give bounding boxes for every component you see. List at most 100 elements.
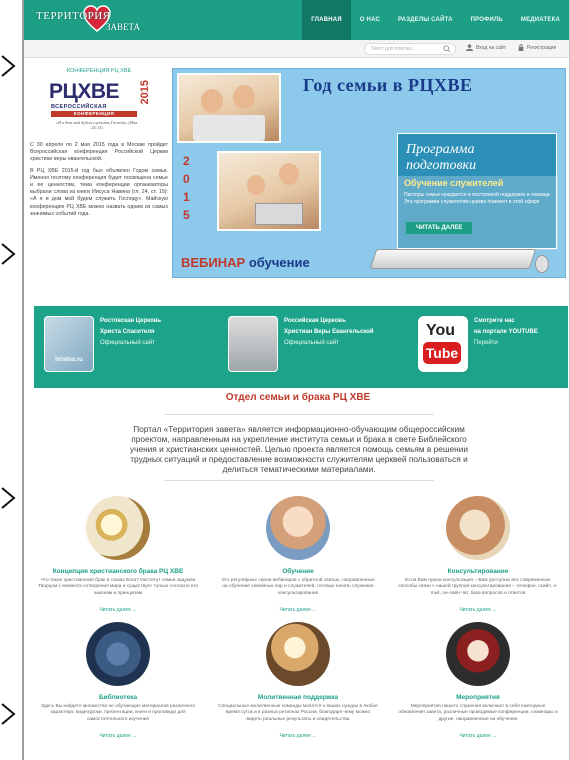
divider: [164, 480, 434, 481]
program-title: Программа подготовки: [406, 142, 477, 173]
year-digit: 5: [183, 208, 190, 222]
conference-logo[interactable]: РЦХВЕ 2015 ВСЕРОССИЙСКАЯ КОНФЕРЕНЦИЯ «Я …: [47, 80, 151, 136]
slide-caption: Обучение служителей Пасторы семьи нуждаю…: [398, 176, 558, 250]
sidebar-paragraph-1: С 30 апреля по 2 мая 2015 года в Москве …: [30, 142, 168, 163]
side-arrow-2: [0, 242, 16, 266]
feature-concept: Концепция христианского брака РЦ ХВЕ Что…: [28, 496, 208, 613]
nav-profile[interactable]: ПРОФИЛЬ: [462, 0, 512, 40]
events-image[interactable]: [446, 622, 510, 686]
partner-title: Христа Спасителя: [100, 329, 155, 335]
nav-about[interactable]: О НАС: [351, 0, 389, 40]
read-more-link[interactable]: Читать далее ...: [388, 607, 568, 613]
conf-logo-sub1: ВСЕРОССИЙСКАЯ: [51, 104, 107, 110]
prayer-image[interactable]: [266, 622, 330, 686]
search-input[interactable]: Текст для поиска...: [364, 43, 456, 55]
read-more-link[interactable]: Читать далее ...: [388, 733, 568, 739]
side-arrow-4: [0, 702, 16, 726]
nav-media[interactable]: МЕДИАТЕКА: [512, 0, 569, 40]
side-arrow-3: [0, 486, 16, 510]
partner-rchve[interactable]: Российская Церковь Христиан Веры Евангел…: [228, 316, 374, 372]
year-digit: 1: [183, 190, 190, 204]
register-link[interactable]: Регистрация: [518, 44, 556, 51]
partner-link[interactable]: Официальный сайт: [100, 340, 161, 346]
young-couple-photo: [217, 151, 321, 231]
banner-year: 2 0 1 5: [183, 155, 190, 221]
partner-title: Российская Церковь: [284, 318, 346, 324]
youtube-tube: Tube: [423, 342, 461, 364]
login-label: Вход на сайт: [476, 44, 506, 51]
intro-text: Портал «Территория завета» является инфо…: [130, 424, 468, 474]
sidebar-title: КОНФЕРЕНЦИЯ РЦ ХВЕ: [66, 68, 132, 74]
year-digit: 2: [183, 154, 190, 168]
logo-word1: ТЕРРИТОРИЯ: [36, 10, 111, 22]
feature-description: Здесь Вы найдете множество не обучающих …: [40, 704, 196, 722]
site-logo[interactable]: ТЕРРИТОРИЯ ЗАВЕТА: [34, 5, 162, 42]
partner-rostov[interactable]: hristos.ru Ростовская Церковь Христа Спа…: [44, 316, 161, 372]
site-header: ТЕРРИТОРИЯ ЗАВЕТА ГЛАВНАЯ О НАС РАЗДЕЛЫ …: [24, 0, 569, 40]
mouse-image: [535, 255, 549, 273]
banner-title: Год семьи в РЦХВЕ: [303, 75, 473, 95]
sidebar-paragraph-2: В РЦ ХВЕ 2015-й год был объявлен Годом с…: [30, 167, 168, 217]
partner-title: Христиан Веры Евангельской: [284, 329, 374, 335]
read-more-link[interactable]: Читать далее ...: [208, 607, 388, 613]
feature-training: Обучение Это регулярные серии вебинаров …: [208, 496, 388, 613]
feature-title[interactable]: Мероприятия: [388, 694, 568, 701]
webinar-word2: обучение: [248, 255, 310, 270]
feature-events: Мероприятия Мероприятия нашего служения …: [388, 622, 568, 739]
conf-logo-quote: «Я и дом мой будем служить Господу» (Нав…: [55, 120, 139, 130]
page: ТЕРРИТОРИЯ ЗАВЕТА ГЛАВНАЯ О НАС РАЗДЕЛЫ …: [22, 0, 570, 760]
feature-description: Специальные молитвенные команды молятся …: [218, 704, 378, 722]
conf-logo-year: 2015: [139, 80, 151, 105]
user-icon: [466, 44, 473, 51]
feature-description: Это регулярные серии вебинаров с обратно…: [221, 578, 375, 596]
feature-title[interactable]: Обучение: [208, 568, 388, 575]
divider: [164, 414, 434, 415]
feature-title[interactable]: Консультирование: [388, 568, 568, 575]
year-digit: 0: [183, 172, 190, 186]
books-image[interactable]: [86, 622, 150, 686]
section-title: Отдел семьи и брака РЦ ХВЕ: [225, 392, 371, 403]
feature-library: Библиотека Здесь Вы найдете множество не…: [28, 622, 208, 739]
hristos-logo: hristos.ru: [44, 316, 94, 372]
search-placeholder: Текст для поиска...: [371, 46, 415, 52]
webinar-label: ВЕБИНАР обучение: [181, 255, 310, 270]
side-arrow-1: [0, 54, 16, 78]
login-link[interactable]: Вход на сайт: [466, 44, 506, 51]
rings-image[interactable]: [86, 496, 150, 560]
feature-description: Если Вам нужна консультация – Вам доступ…: [398, 578, 558, 596]
church-building-image: [228, 316, 278, 372]
slide-caption-text: Пасторы семьи нуждаются в постоянной под…: [404, 192, 551, 205]
family-image[interactable]: [266, 496, 330, 560]
partner-link[interactable]: Перейти: [474, 340, 538, 346]
partner-youtube[interactable]: You Tube Смотрите нас на портале YOUTUBE…: [418, 316, 538, 372]
read-more-link[interactable]: Читать далее ...: [208, 733, 388, 739]
register-label: Регистрация: [527, 44, 557, 51]
main-nav: ГЛАВНАЯ О НАС РАЗДЕЛЫ САЙТА ПРОФИЛЬ МЕДИ…: [302, 0, 569, 40]
consultant-image[interactable]: [446, 496, 510, 560]
feature-prayer: Молитвенная поддержка Специальные молитв…: [208, 622, 388, 739]
partner-title: Ростовская Церковь: [100, 318, 162, 324]
feature-description: Мероприятия нашего служения включают в с…: [398, 704, 558, 722]
partner-title: Смотрите нас: [474, 318, 515, 324]
hero-banner[interactable]: Год семьи в РЦХВЕ 2 0 1 5 ВЕБИНАР обучен…: [172, 68, 566, 278]
read-more-link[interactable]: Читать далее ...: [28, 733, 208, 739]
read-more-button[interactable]: ЧИТАТЬ ДАЛЕЕ: [406, 222, 473, 234]
feature-consulting: Консультирование Если Вам нужна консульт…: [388, 496, 568, 613]
nav-home[interactable]: ГЛАВНАЯ: [302, 0, 351, 40]
read-more-link[interactable]: Читать далее ...: [28, 607, 208, 613]
program-card: Программа подготовки Обучение служителей…: [397, 133, 558, 250]
partner-link[interactable]: Официальный сайт: [284, 340, 374, 346]
feature-title[interactable]: Библиотека: [28, 694, 208, 701]
nav-sections[interactable]: РАЗДЕЛЫ САЙТА: [389, 0, 462, 40]
partner-title: на портале YOUTUBE: [474, 329, 538, 335]
conf-logo-title: РЦХВЕ: [49, 80, 120, 103]
feature-title[interactable]: Молитвенная поддержка: [208, 694, 388, 701]
hristos-logo-text: hristos.ru: [55, 357, 83, 363]
search-icon[interactable]: [443, 45, 451, 53]
feature-title[interactable]: Концепция христианского брака РЦ ХВЕ: [28, 568, 208, 575]
youtube-you: You: [426, 322, 456, 339]
youtube-logo: You Tube: [418, 316, 468, 372]
partners-strip: hristos.ru Ростовская Церковь Христа Спа…: [34, 306, 568, 388]
lock-icon: [518, 44, 524, 51]
elderly-couple-photo: [177, 73, 281, 143]
